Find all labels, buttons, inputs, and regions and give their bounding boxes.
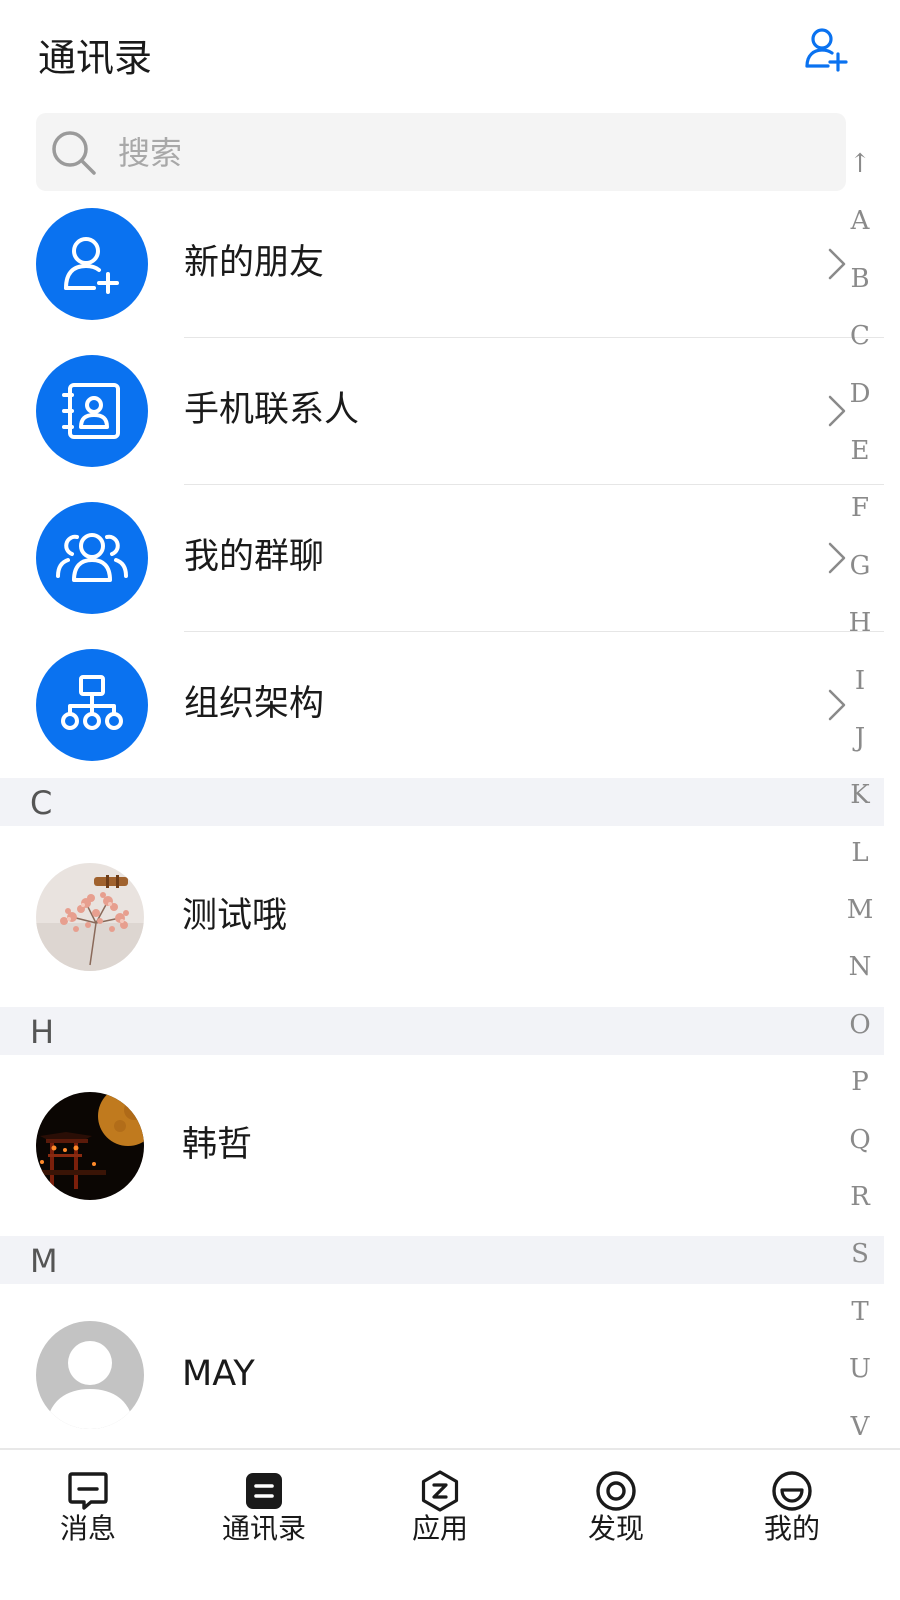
- section-letter: M: [30, 1242, 58, 1280]
- new-friends-label: 新的朋友: [184, 243, 325, 283]
- search-input[interactable]: 搜索: [36, 113, 846, 191]
- phone-contacts-icon: [36, 355, 148, 467]
- index-letter[interactable]: S: [842, 1226, 878, 1283]
- org-structure-label: 组织架构: [184, 684, 325, 724]
- contact-name: 韩哲: [182, 1125, 253, 1165]
- group-chats-label: 我的群聊: [184, 537, 325, 577]
- contact-item[interactable]: 测试哦: [0, 826, 884, 1006]
- contact-name: 测试哦: [182, 896, 288, 936]
- index-letter[interactable]: M: [842, 882, 878, 939]
- profile-icon: [772, 1471, 812, 1511]
- index-letter[interactable]: H: [842, 595, 878, 652]
- apps-icon: [421, 1470, 459, 1512]
- index-letter[interactable]: C: [842, 308, 878, 365]
- tab-contacts[interactable]: 通讯录: [176, 1450, 352, 1550]
- index-letter[interactable]: T: [842, 1284, 878, 1341]
- divider: [184, 337, 884, 338]
- section-header-m: M: [0, 1236, 884, 1284]
- org-structure-icon: [36, 649, 148, 761]
- bottom-tab-bar: 消息 通讯录 应用 发现 我的: [0, 1448, 900, 1600]
- tab-label: 应用: [411, 1512, 468, 1545]
- add-user-icon[interactable]: [800, 24, 852, 76]
- tab-discover[interactable]: 发现: [528, 1450, 704, 1550]
- group-chats-item[interactable]: 我的群聊: [0, 502, 850, 649]
- contact-item[interactable]: 韩哲: [0, 1055, 884, 1235]
- contact-name: MAY: [182, 1354, 255, 1394]
- header: 通讯录: [0, 0, 900, 112]
- new-friends-item[interactable]: 新的朋友: [0, 208, 850, 355]
- index-letter[interactable]: A: [842, 193, 878, 250]
- index-letter[interactable]: N: [842, 939, 878, 996]
- index-letter[interactable]: E: [842, 423, 878, 480]
- tab-profile[interactable]: 我的: [704, 1450, 880, 1550]
- index-top-arrow[interactable]: ↑: [842, 136, 878, 193]
- search-icon: [52, 131, 96, 175]
- section-header-c: C: [0, 778, 884, 826]
- contacts-icon: [246, 1473, 282, 1509]
- avatar: [36, 1092, 144, 1200]
- discover-icon: [596, 1471, 636, 1511]
- tab-messages[interactable]: 消息: [0, 1450, 176, 1550]
- index-letter[interactable]: J: [842, 710, 878, 767]
- index-letter[interactable]: Q: [842, 1112, 878, 1169]
- org-structure-item[interactable]: 组织架构: [0, 649, 850, 796]
- section-header-h: H: [0, 1007, 884, 1055]
- message-icon: [68, 1472, 108, 1510]
- index-letter[interactable]: P: [842, 1054, 878, 1111]
- page-title: 通讯录: [38, 36, 153, 80]
- index-letter[interactable]: O: [842, 997, 878, 1054]
- tab-label: 发现: [587, 1512, 644, 1545]
- contact-item[interactable]: MAY: [0, 1284, 884, 1464]
- tab-label: 消息: [59, 1512, 116, 1545]
- alphabet-index-bar[interactable]: ↑ A B C D E F G H I J K L M N O P Q R S T U V: [842, 136, 878, 1456]
- new-friend-icon: [36, 208, 148, 320]
- divider: [184, 484, 884, 485]
- divider: [184, 631, 884, 632]
- index-letter[interactable]: U: [842, 1341, 878, 1398]
- phone-contacts-item[interactable]: 手机联系人: [0, 355, 850, 502]
- index-letter[interactable]: G: [842, 538, 878, 595]
- section-letter: H: [30, 1013, 55, 1051]
- group-chat-icon: [36, 502, 148, 614]
- tab-label: 我的: [763, 1512, 820, 1545]
- phone-contacts-label: 手机联系人: [184, 390, 360, 430]
- index-letter[interactable]: F: [842, 480, 878, 537]
- index-letter[interactable]: L: [842, 825, 878, 882]
- index-letter[interactable]: K: [842, 767, 878, 824]
- search-placeholder: 搜索: [118, 134, 183, 172]
- index-letter[interactable]: D: [842, 366, 878, 423]
- index-letter[interactable]: I: [842, 653, 878, 710]
- avatar: [36, 863, 144, 971]
- index-letter[interactable]: B: [842, 251, 878, 308]
- section-letter: C: [30, 784, 53, 822]
- tab-apps[interactable]: 应用: [352, 1450, 528, 1550]
- tab-label: 通讯录: [221, 1512, 306, 1545]
- index-letter[interactable]: R: [842, 1169, 878, 1226]
- default-avatar-icon: [36, 1321, 144, 1429]
